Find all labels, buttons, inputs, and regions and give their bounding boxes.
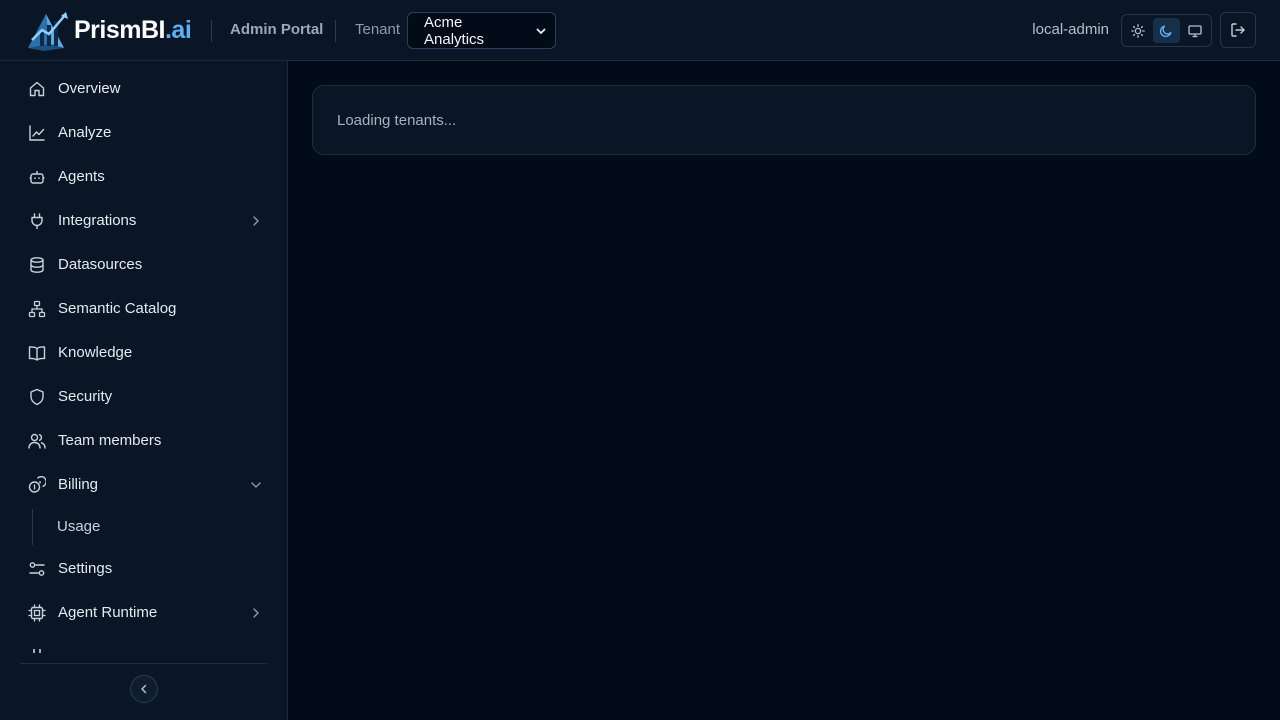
chevron-down-icon <box>536 28 546 35</box>
bot-icon <box>29 171 45 184</box>
sidebar-item-team-members[interactable]: Team members <box>20 421 272 461</box>
submenu-guide-line <box>32 509 33 545</box>
moon-icon <box>1160 25 1172 37</box>
home-icon <box>29 81 45 97</box>
logout-button[interactable] <box>1220 12 1256 48</box>
loading-card: Loading tenants... <box>312 85 1256 155</box>
chevron-right-icon <box>253 608 259 618</box>
line-chart-icon <box>29 125 45 141</box>
sidebar-item-label: Knowledge <box>58 344 133 361</box>
sidebar-footer-divider <box>20 663 267 664</box>
cpu-icon <box>28 604 46 622</box>
sidebar-item-overview[interactable]: Overview <box>20 69 272 109</box>
collapse-sidebar-button[interactable] <box>130 675 158 703</box>
clipped-nav-icon <box>33 649 41 653</box>
header-divider <box>335 20 336 42</box>
header-divider <box>211 20 212 42</box>
brand-name: PrismBI.ai <box>74 15 192 44</box>
sidebar: Overview Analyze Agents Integrations Dat… <box>0 61 288 720</box>
loading-message: Loading tenants... <box>337 112 457 129</box>
brand-logo[interactable]: PrismBI.ai <box>24 8 192 52</box>
sidebar-item-label: Agent Runtime <box>58 604 158 621</box>
sidebar-item-label: Overview <box>58 80 121 97</box>
sun-icon <box>1131 23 1146 38</box>
logout-icon <box>1231 23 1245 37</box>
chevron-right-icon <box>253 216 259 226</box>
sidebar-item-label: Semantic Catalog <box>58 300 177 317</box>
dark-theme-button[interactable] <box>1153 18 1180 43</box>
sliders-icon <box>29 562 45 576</box>
network-icon <box>28 300 46 318</box>
sidebar-item-settings[interactable]: Settings <box>20 549 272 589</box>
light-theme-button[interactable] <box>1125 18 1151 43</box>
tenant-select-value: Acme Analytics <box>424 13 485 48</box>
sidebar-item-label: Billing <box>58 476 99 493</box>
sidebar-item-label: Datasources <box>58 256 143 273</box>
user-name: local-admin <box>1032 21 1109 38</box>
sidebar-item-semantic-catalog[interactable]: Semantic Catalog <box>20 289 272 329</box>
coins-icon <box>28 476 46 493</box>
monitor-icon <box>1188 24 1202 37</box>
sidebar-item-agent-runtime[interactable]: Agent Runtime <box>20 593 272 633</box>
sidebar-item-knowledge[interactable]: Knowledge <box>20 333 272 373</box>
book-icon <box>28 346 46 361</box>
tenant-select[interactable]: Acme Analytics <box>407 12 556 49</box>
plug-icon <box>31 213 43 230</box>
top-bar: PrismBI.ai Admin Portal Tenant Acme Anal… <box>0 0 1280 61</box>
sidebar-item-datasources[interactable]: Datasources <box>20 245 272 285</box>
theme-toggle-group <box>1121 14 1212 47</box>
sidebar-item-label: Settings <box>58 560 113 577</box>
sidebar-item-integrations[interactable]: Integrations <box>20 201 272 241</box>
sidebar-item-label: Integrations <box>58 212 137 229</box>
sidebar-item-label: Analyze <box>58 124 112 141</box>
users-icon <box>28 433 46 449</box>
prism-logo-icon <box>28 12 68 51</box>
sidebar-subitem-usage[interactable]: Usage <box>57 518 100 535</box>
system-theme-button[interactable] <box>1182 18 1208 43</box>
chevron-left-icon <box>141 684 147 694</box>
sidebar-item-billing[interactable]: Billing <box>20 465 272 505</box>
sidebar-item-label: Team members <box>58 432 162 449</box>
sidebar-item-security[interactable]: Security <box>20 377 272 417</box>
portal-label: Admin Portal <box>230 21 324 38</box>
shield-icon <box>30 388 44 406</box>
sidebar-item-label: Agents <box>58 168 105 185</box>
sidebar-item-analyze[interactable]: Analyze <box>20 113 272 153</box>
sidebar-item-agents[interactable]: Agents <box>20 157 272 197</box>
database-icon <box>30 257 44 273</box>
tenant-label: Tenant <box>355 21 401 38</box>
chevron-down-icon <box>251 482 261 488</box>
sidebar-item-label: Security <box>58 388 113 405</box>
